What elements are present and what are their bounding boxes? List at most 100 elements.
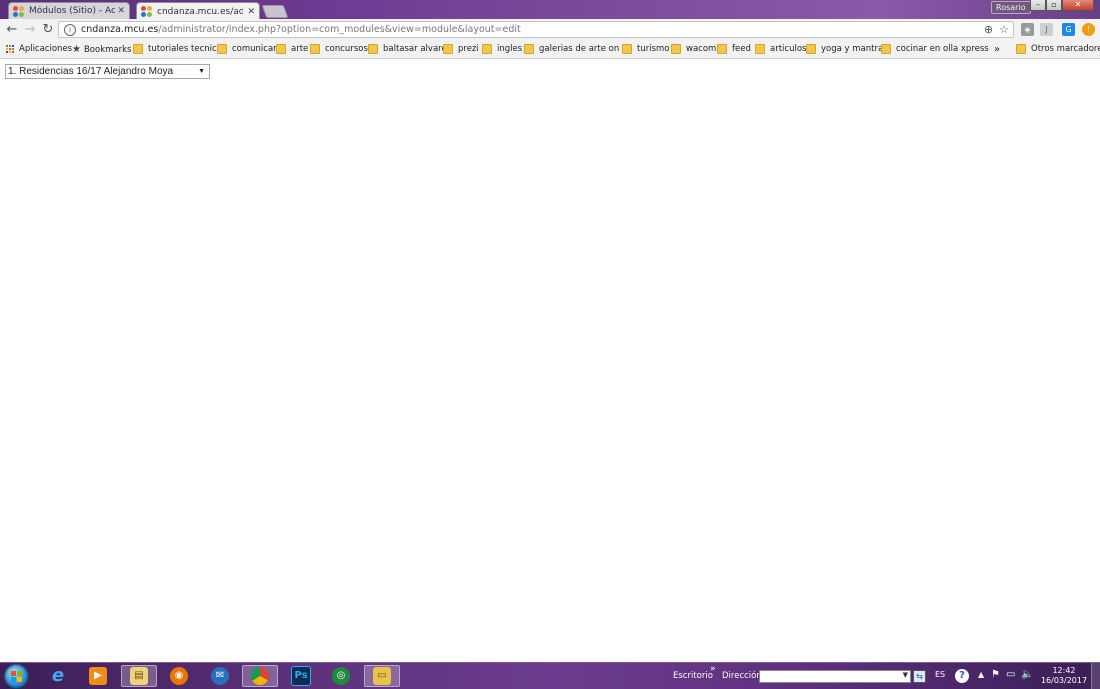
bookmark-bookmarks[interactable]: ★ Bookmarks (72, 44, 131, 55)
taskbar-green-app[interactable]: ◎ (323, 665, 359, 687)
select-value: 1. Residencias 16/17 Alejandro Moya (8, 66, 174, 77)
bookmark-folder[interactable]: comunicar (217, 44, 277, 54)
notification-icon[interactable]: ! (1082, 23, 1095, 36)
folder-icon (133, 44, 143, 54)
info-icon[interactable]: i (64, 23, 76, 36)
dropdown-arrow-icon[interactable]: ▼ (903, 671, 908, 679)
volume-icon[interactable]: 🔈 (1021, 669, 1033, 680)
media-player-icon: ▶ (89, 667, 107, 685)
zoom-icon[interactable]: ⊕ (984, 23, 993, 36)
bookmark-folder[interactable]: concursos (310, 44, 368, 54)
help-icon[interactable]: ? (955, 669, 969, 683)
tab-cndanza[interactable]: cndanza.mcu.es/administ ✕ (136, 2, 260, 20)
clock-date: 16/03/2017 (1040, 676, 1088, 685)
chrome-icon (251, 667, 269, 685)
internet-explorer-icon: e (51, 665, 65, 686)
apps-grid-icon (6, 44, 15, 54)
back-icon[interactable]: ← (4, 22, 20, 38)
tab-close-icon[interactable]: ✕ (117, 6, 125, 16)
bookmark-label: comunicar (232, 44, 277, 54)
bookmark-folder[interactable]: yoga y mantras (806, 44, 888, 54)
desktop-toolbar-label[interactable]: Escritorio (673, 671, 713, 681)
clock-time: 12:42 (1052, 666, 1076, 675)
bookmark-label: prezi (458, 44, 479, 54)
network-icon[interactable]: ▭ (1006, 669, 1015, 680)
taskbar-blender[interactable]: ◉ (161, 665, 197, 687)
folder-icon (443, 44, 453, 54)
bookmark-folder[interactable]: galerias de arte on lin (524, 44, 622, 54)
file-manager-icon: ▤ (130, 667, 148, 685)
taskbar-internet-explorer[interactable]: e (40, 665, 76, 687)
minimize-button[interactable]: – (1030, 0, 1046, 11)
tab-modulos[interactable]: Módulos (Sitio) - Actualiz ✕ (8, 2, 130, 19)
module-select[interactable]: 1. Residencias 16/17 Alejandro Moya ▼ (5, 64, 210, 79)
translate-extension-icon[interactable]: G (1062, 23, 1075, 36)
url-path: /administrator/index.php?option=com_modu… (158, 24, 521, 35)
profile-button[interactable]: Rosario (991, 1, 1031, 14)
bookmark-folder[interactable]: articulos (755, 44, 806, 54)
taskbar-folder[interactable]: ▭ (364, 665, 400, 687)
bookmark-folder[interactable]: feed (717, 44, 751, 54)
bookmark-other[interactable]: Otros marcadores (1016, 44, 1100, 54)
bookmark-label: feed (732, 44, 751, 54)
toolbar-chevron[interactable]: » (710, 664, 716, 674)
bookmark-folder[interactable]: arte (276, 44, 308, 54)
bookmark-folder[interactable]: baltasar alvarez (368, 44, 451, 54)
start-button[interactable] (4, 664, 29, 689)
bookmark-folder[interactable]: turismo (622, 44, 670, 54)
bookmark-folder[interactable]: wacom (671, 44, 716, 54)
bookmark-label: articulos (770, 44, 807, 54)
address-toolbar-label: Dirección (722, 671, 762, 681)
folder-icon (1016, 44, 1026, 54)
show-hidden-icons-icon[interactable]: ▲ (978, 670, 984, 679)
browser-toolbar: ← → ↻ i cndanza.mcu.es/administrator/ind… (0, 19, 1100, 41)
bookmark-label: galerias de arte on lin (539, 44, 622, 54)
taskbar-address-input[interactable]: ▼ (759, 670, 911, 683)
folder-icon (524, 44, 534, 54)
taskbar-file-manager[interactable]: ▤ (121, 665, 157, 687)
new-tab-button[interactable] (261, 5, 289, 18)
bookmark-folder[interactable]: tutoriales tecnicos (133, 44, 226, 54)
folder-icon (622, 44, 632, 54)
bookmark-label: yoga y mantras (821, 44, 888, 54)
taskbar-chrome[interactable] (242, 665, 278, 687)
tab-close-icon[interactable]: ✕ (247, 7, 255, 17)
reload-icon[interactable]: ↻ (40, 22, 56, 38)
folder-icon (717, 44, 727, 54)
bookmarks-overflow-button[interactable]: » (994, 44, 1000, 55)
bookmark-label: arte (291, 44, 309, 54)
folder-icon (671, 44, 681, 54)
close-window-button[interactable]: ✕ (1062, 0, 1094, 11)
url-host: cndanza.mcu.es (81, 24, 159, 35)
photoshop-icon: Ps (291, 666, 311, 686)
go-button[interactable]: ⇆ (913, 670, 926, 683)
bookmark-label: ingles (497, 44, 523, 54)
taskbar-media-player[interactable]: ▶ (80, 665, 116, 687)
folder-icon (368, 44, 378, 54)
bookmark-label: Aplicaciones (19, 44, 73, 54)
bookmark-folder[interactable]: ingles (482, 44, 522, 54)
bookmark-label: Otros marcadores (1031, 44, 1100, 54)
flag-icon[interactable]: ⚑ (991, 669, 1000, 680)
taskbar-photoshop[interactable]: Ps (283, 665, 319, 687)
extension-icon[interactable]: J (1040, 23, 1053, 36)
windows-taskbar: e ▶ ▤ ◉ ✉ Ps ◎ ▭ Escritorio » Dirección … (0, 662, 1100, 689)
system-clock[interactable]: 12:42 16/03/2017 (1040, 666, 1088, 686)
bookmark-folder[interactable]: prezi (443, 44, 479, 54)
forward-icon[interactable]: → (22, 22, 38, 38)
green-app-icon: ◎ (332, 667, 350, 685)
extension-icon[interactable]: ◈ (1021, 23, 1034, 36)
maximize-button[interactable]: ▫ (1046, 0, 1062, 11)
bookmark-folder[interactable]: cocinar en olla xpress (881, 44, 989, 54)
bookmark-apps[interactable]: Aplicaciones (6, 44, 72, 54)
bookmark-label: baltasar alvarez (383, 44, 452, 54)
taskbar-thunderbird[interactable]: ✉ (202, 665, 238, 687)
language-indicator[interactable]: ES (935, 670, 945, 679)
joomla-icon (13, 5, 24, 17)
blender-icon: ◉ (170, 667, 188, 685)
bookmark-label: Bookmarks (83, 44, 132, 55)
bookmark-star-icon[interactable]: ☆ (999, 23, 1009, 36)
show-desktop-button[interactable] (1091, 663, 1100, 689)
address-bar[interactable]: i cndanza.mcu.es/administrator/index.php… (58, 21, 1014, 38)
bookmark-label: wacom (686, 44, 717, 54)
